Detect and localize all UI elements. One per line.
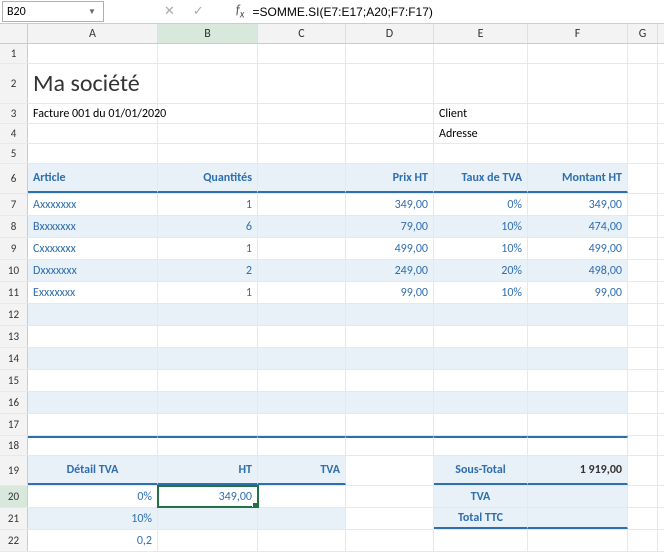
row-header-5[interactable]: 5 xyxy=(0,144,28,163)
row-header-6[interactable]: 6 xyxy=(0,164,28,193)
invoice-line[interactable]: Facture 001 du 01/01/2020 xyxy=(28,104,158,123)
col-header-B[interactable]: B xyxy=(158,24,258,43)
name-box[interactable]: B20 ▼ xyxy=(2,1,104,22)
client-label[interactable]: Client xyxy=(434,104,528,123)
address-label[interactable]: Adresse xyxy=(434,124,528,143)
row-header-20[interactable]: 20 xyxy=(0,486,28,507)
fx-icon[interactable]: fx xyxy=(236,3,245,21)
col-header-A[interactable]: A xyxy=(28,24,158,43)
subtotal-label[interactable]: Sous-Total xyxy=(434,456,528,485)
th-article[interactable]: Article xyxy=(28,164,158,193)
company-title[interactable]: Ma société xyxy=(28,64,158,103)
spreadsheet-grid: A B C D E F G 1 2Ma société 3Facture 001… xyxy=(0,24,664,552)
column-headers: A B C D E F G xyxy=(0,24,664,44)
cancel-icon[interactable]: ✕ xyxy=(164,4,175,19)
formula-bar-controls: ✕ ✓ fx xyxy=(164,3,244,21)
col-header-D[interactable]: D xyxy=(346,24,434,43)
th-qty[interactable]: Quantités xyxy=(158,164,258,193)
row-header-11[interactable]: 11 xyxy=(0,282,28,303)
row-header-2[interactable]: 2 xyxy=(0,64,28,103)
selected-cell[interactable]: 349,00 xyxy=(158,486,258,507)
row-header-8[interactable]: 8 xyxy=(0,216,28,237)
select-all-corner[interactable] xyxy=(0,24,28,43)
total-label[interactable]: Total TTC xyxy=(434,508,528,529)
item-article[interactable]: Axxxxxxx xyxy=(28,194,158,215)
row-header-9[interactable]: 9 xyxy=(0,238,28,259)
th-montant[interactable]: Montant HT xyxy=(528,164,628,193)
tva-label[interactable]: TVA xyxy=(434,486,528,507)
formula-bar: B20 ▼ ✕ ✓ fx xyxy=(0,0,664,24)
row-header-7[interactable]: 7 xyxy=(0,194,28,215)
confirm-icon[interactable]: ✓ xyxy=(193,4,204,19)
row-header-1[interactable]: 1 xyxy=(0,44,28,63)
col-header-E[interactable]: E xyxy=(434,24,528,43)
name-box-dropdown-icon[interactable]: ▼ xyxy=(85,7,99,17)
col-header-G[interactable]: G xyxy=(628,24,658,43)
th-tva2[interactable]: TVA xyxy=(258,456,346,485)
th-tva[interactable]: Taux de TVA xyxy=(434,164,528,193)
formula-input[interactable] xyxy=(244,2,664,22)
th-ht[interactable]: HT xyxy=(158,456,258,485)
name-box-value: B20 xyxy=(7,5,85,19)
row-header-3[interactable]: 3 xyxy=(0,104,28,123)
col-header-F[interactable]: F xyxy=(528,24,628,43)
row-header-4[interactable]: 4 xyxy=(0,124,28,143)
row-header-10[interactable]: 10 xyxy=(0,260,28,281)
col-header-C[interactable]: C xyxy=(258,24,346,43)
subtotal-value[interactable]: 1 919,00 xyxy=(528,456,628,485)
th-prix[interactable]: Prix HT xyxy=(346,164,434,193)
th-detail-tva[interactable]: Détail TVA xyxy=(28,456,158,485)
